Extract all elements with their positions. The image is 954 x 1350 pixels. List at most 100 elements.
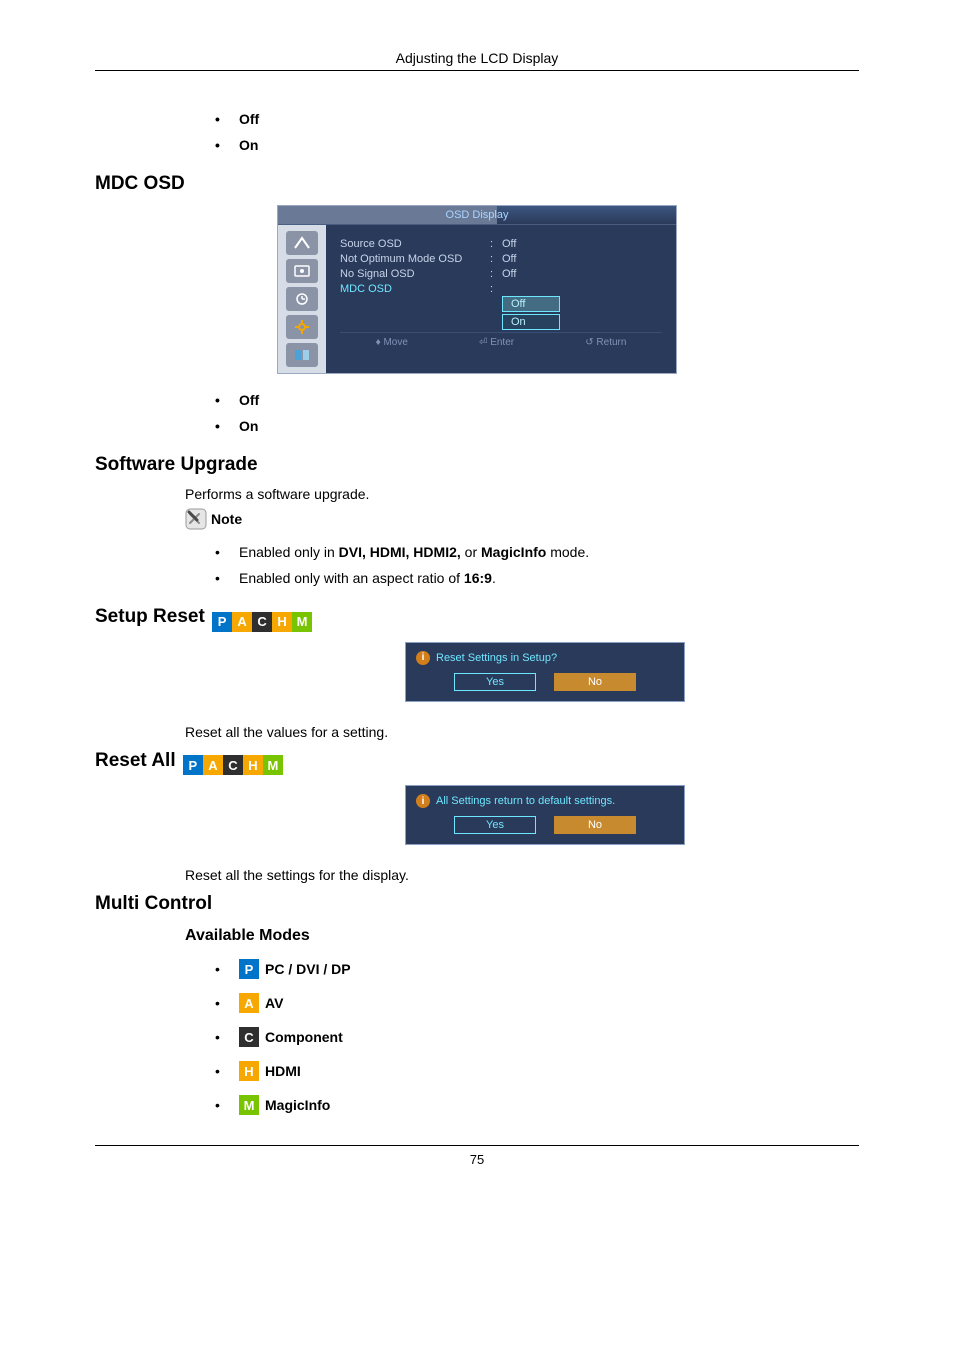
badge-a-icon: A (239, 993, 259, 1013)
badge-h-icon: H (243, 755, 263, 775)
osd-sidebar-icons (278, 225, 326, 373)
badge-m-icon: M (239, 1095, 259, 1115)
off-on-list-2: Off On (95, 392, 859, 434)
osd-row-key: Not Optimum Mode OSD (340, 253, 490, 265)
osd-dropdown-off: Off (502, 296, 560, 312)
option-off-label: Off (239, 111, 259, 127)
software-upgrade-notes: Enabled only in DVI, HDMI, HDMI2, or Mag… (95, 544, 859, 586)
option-off: Off (215, 111, 859, 127)
note1-mid: or (461, 544, 481, 560)
osd-footer: ♦ Move ⏎ Enter ↺ Return (340, 332, 662, 352)
multi-control-heading: Multi Control (95, 893, 859, 915)
info-icon: i (416, 651, 430, 665)
mode-badges: P A C H M (212, 612, 312, 632)
available-modes-list: P PC / DVI / DP A AV C Component H HDMI … (95, 959, 859, 1115)
note-item-2: Enabled only with an aspect ratio of 16:… (215, 570, 859, 586)
note-row: Note (185, 508, 859, 530)
osd-title-text: OSD Display (446, 209, 509, 221)
badge-a-icon: A (203, 755, 223, 775)
off-on-list-1: Off On (95, 111, 859, 153)
osd-row-val (502, 283, 662, 295)
badge-h-icon: H (239, 1061, 259, 1081)
page-number: 75 (470, 1152, 484, 1167)
option-on: On (215, 418, 859, 434)
software-upgrade-desc: Performs a software upgrade. (185, 486, 859, 502)
info-icon: i (416, 794, 430, 808)
osd-row-val: Off (502, 268, 662, 280)
osd-return-hint: ↺ Return (585, 337, 626, 348)
dialog-text: All Settings return to default settings. (436, 795, 615, 807)
available-modes-heading: Available Modes (185, 927, 859, 945)
option-off: Off (215, 392, 859, 408)
note2-pre: Enabled only with an aspect ratio of (239, 570, 464, 586)
badge-c-icon: C (239, 1027, 259, 1047)
dialog-title-row: i All Settings return to default setting… (416, 794, 674, 808)
dialog-yes-button: Yes (454, 673, 536, 691)
osd-main-panel: Source OSD:Off Not Optimum Mode OSD:Off … (326, 225, 676, 373)
osd-row-source: Source OSD:Off (340, 238, 662, 250)
badge-p-icon: P (239, 959, 259, 979)
osd-icon-input (286, 231, 318, 255)
osd-return-label: Return (596, 337, 626, 348)
mode-label: AV (265, 995, 283, 1011)
mode-item-component: C Component (215, 1027, 859, 1047)
osd-dropdown: Off On (502, 296, 662, 330)
mdc-osd-heading: MDC OSD (95, 173, 859, 195)
dialog-title-row: i Reset Settings in Setup? (416, 651, 674, 665)
badge-p-icon: P (183, 755, 203, 775)
dialog-no-button: No (554, 673, 636, 691)
mode-label: Component (265, 1029, 343, 1045)
option-on: On (215, 137, 859, 153)
osd-row-nosignal: No Signal OSD:Off (340, 268, 662, 280)
osd-dropdown-on: On (502, 314, 560, 330)
mode-item-magicinfo: M MagicInfo (215, 1095, 859, 1115)
reset-all-dialog-figure: i All Settings return to default setting… (405, 785, 685, 845)
mode-item-pc: P PC / DVI / DP (215, 959, 859, 979)
dialog-no-button: No (554, 816, 636, 834)
osd-title-bar: OSD Display (278, 206, 676, 225)
note-item-1: Enabled only in DVI, HDMI, HDMI2, or Mag… (215, 544, 859, 560)
note2-bold: 16:9 (464, 570, 492, 586)
badge-p-icon: P (212, 612, 232, 632)
mode-item-hdmi: H HDMI (215, 1061, 859, 1081)
osd-row-key: Source OSD (340, 238, 490, 250)
badge-m-icon: M (292, 612, 312, 632)
badge-c-icon: C (223, 755, 243, 775)
dialog-yes-button: Yes (454, 816, 536, 834)
note1-bold2: MagicInfo (481, 544, 546, 560)
page-header: Adjusting the LCD Display (95, 50, 859, 71)
note-icon (185, 508, 207, 530)
osd-display-figure: OSD Display Source OS (277, 205, 677, 374)
osd-move-hint: ♦ Move (376, 337, 408, 348)
osd-row-mdcosd: MDC OSD: (340, 283, 662, 295)
osd-row-key: No Signal OSD (340, 268, 490, 280)
osd-icon-picture (286, 259, 318, 283)
option-on-label: On (239, 418, 258, 434)
badge-h-icon: H (272, 612, 292, 632)
option-on-label: On (239, 137, 258, 153)
osd-row-val: Off (502, 253, 662, 265)
badge-a-icon: A (232, 612, 252, 632)
osd-move-label: Move (383, 337, 407, 348)
setup-reset-heading-text: Setup Reset (95, 606, 205, 627)
setup-reset-body: Reset all the values for a setting. (185, 724, 859, 740)
mode-label: HDMI (265, 1063, 301, 1079)
reset-all-heading-text: Reset All (95, 750, 176, 771)
osd-row-val: Off (502, 238, 662, 250)
reset-all-heading: Reset All P A C H M (95, 750, 859, 776)
badge-c-icon: C (252, 612, 272, 632)
page-header-text: Adjusting the LCD Display (396, 50, 559, 66)
note1-bold: DVI, HDMI, HDMI2, (339, 544, 461, 560)
page-footer: 75 (95, 1145, 859, 1167)
dialog-text: Reset Settings in Setup? (436, 652, 557, 664)
note2-post: . (492, 570, 496, 586)
osd-icon-time (286, 287, 318, 311)
setup-reset-heading: Setup Reset P A C H M (95, 606, 859, 632)
osd-enter-hint: ⏎ Enter (479, 337, 514, 348)
setup-reset-dialog-figure: i Reset Settings in Setup? Yes No (405, 642, 685, 702)
note1-pre: Enabled only in (239, 544, 339, 560)
mode-label: MagicInfo (265, 1097, 330, 1113)
osd-icon-multi (286, 343, 318, 367)
osd-enter-label: Enter (490, 337, 514, 348)
note-label: Note (211, 511, 242, 527)
